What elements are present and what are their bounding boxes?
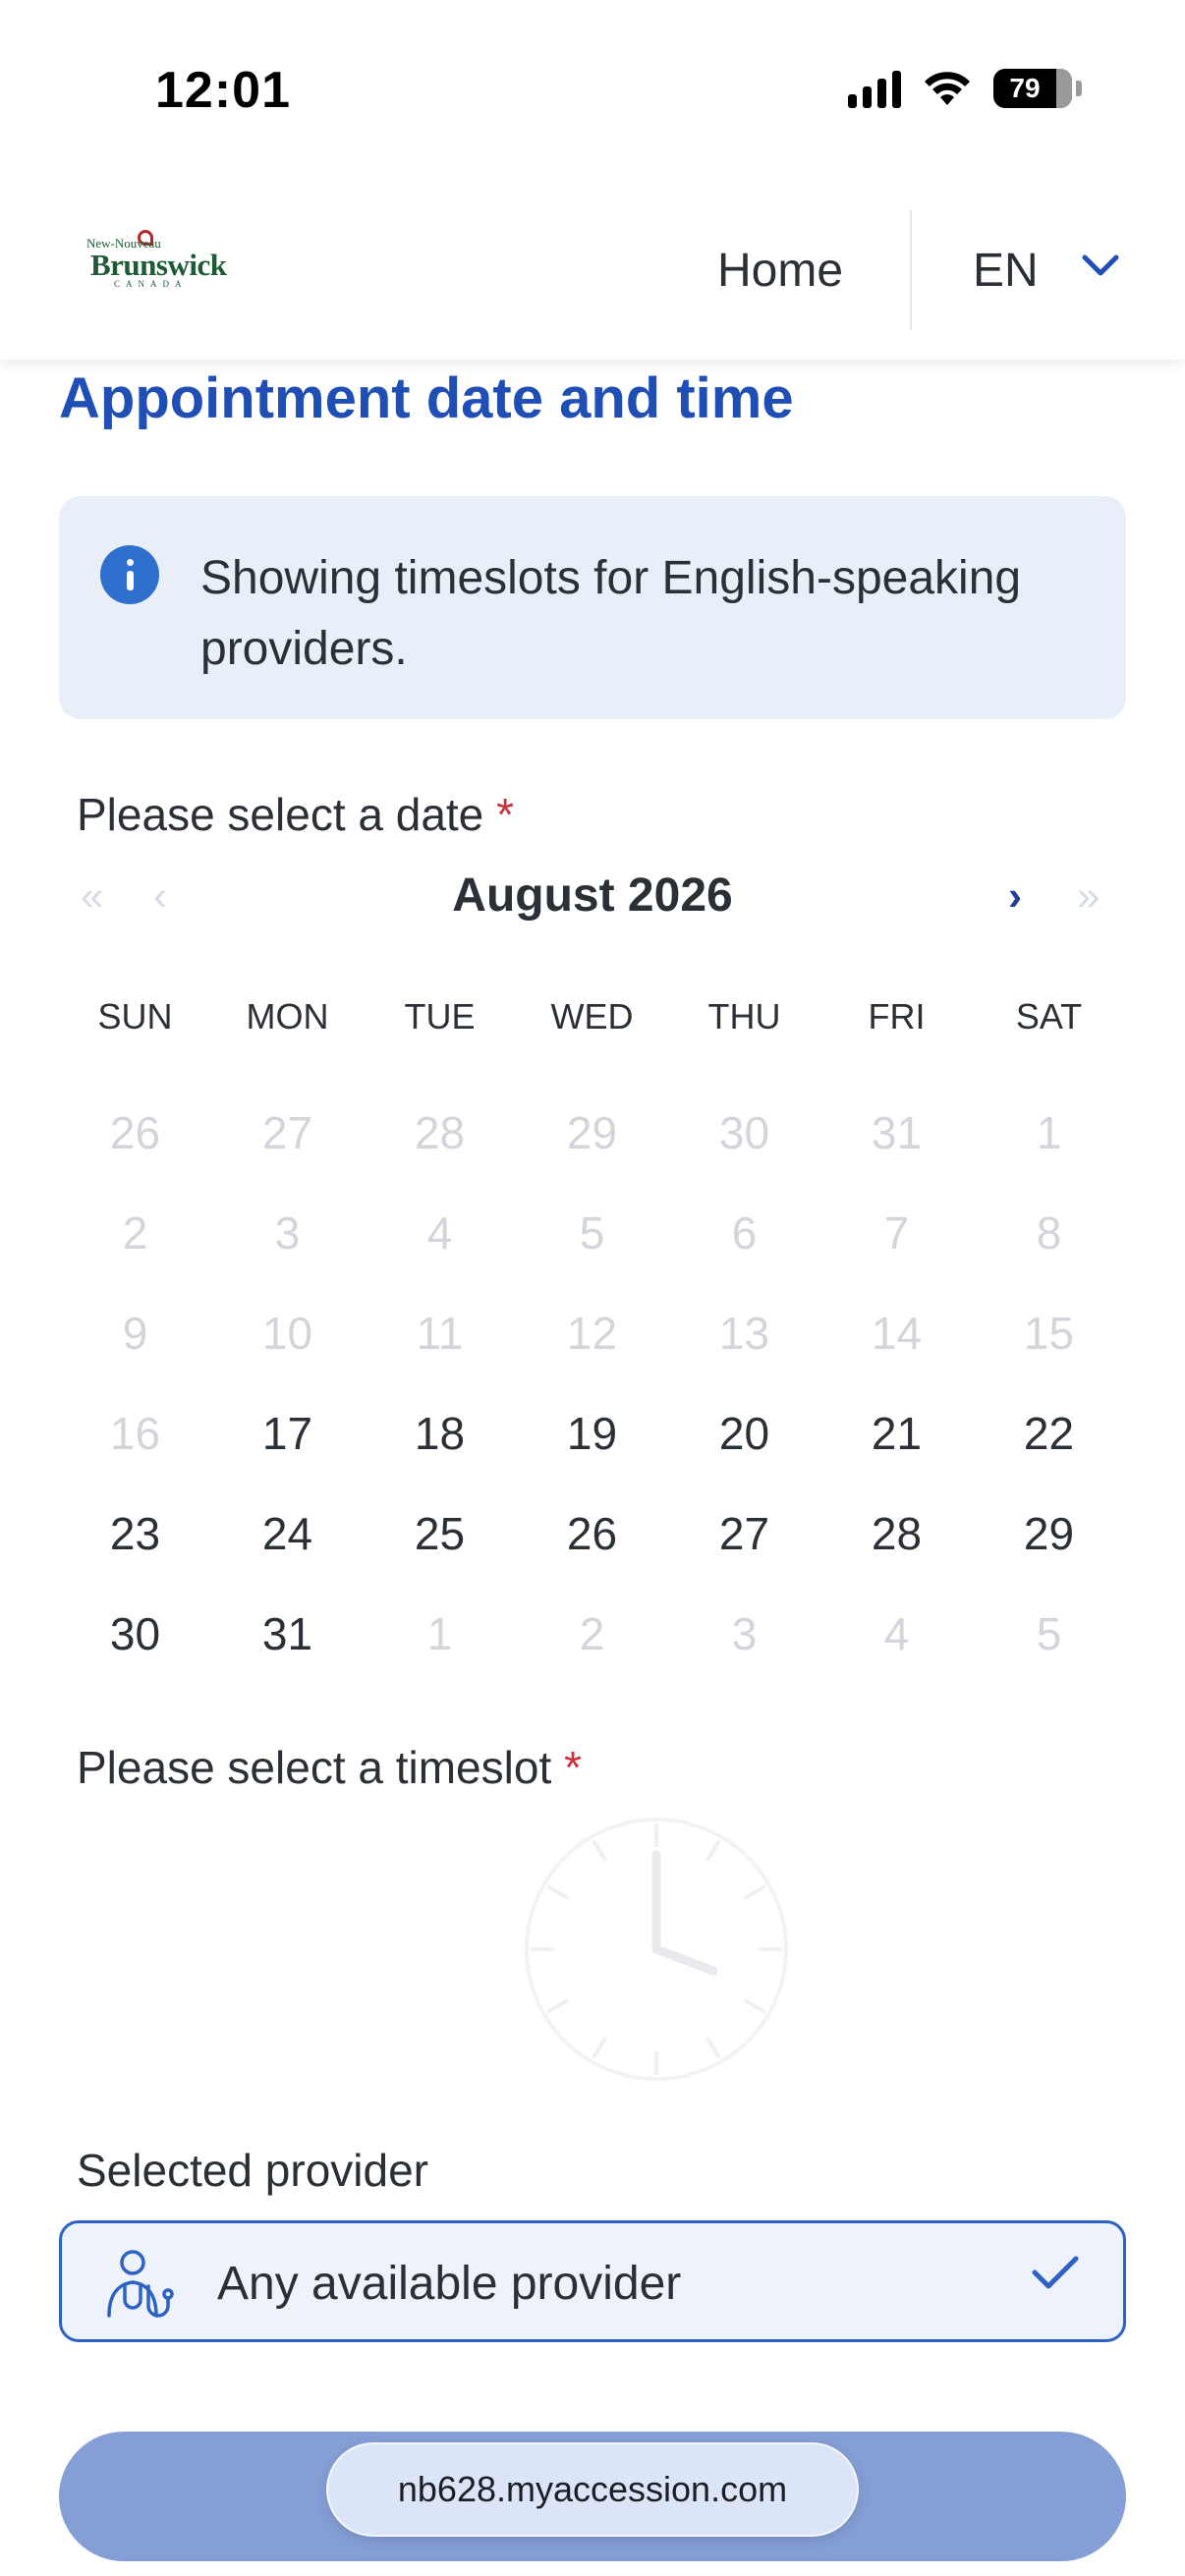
calendar-day[interactable]: 24 — [211, 1507, 364, 1560]
status-time: 12:01 — [155, 62, 291, 119]
info-banner: Showing timeslots for English-speaking p… — [59, 496, 1126, 719]
calendar-day-disabled: 7 — [883, 1207, 910, 1259]
clock-loading-icon — [525, 1818, 788, 2081]
status-bar: 12:01 79 — [0, 0, 1185, 187]
calendar-day-disabled: 4 — [426, 1207, 453, 1259]
calendar-day-disabled: 27 — [261, 1107, 313, 1158]
language-selector[interactable]: EN — [973, 244, 1039, 298]
calendar-day-disabled: 26 — [109, 1107, 161, 1158]
calendar-day[interactable]: 28 — [820, 1507, 973, 1560]
timeslot-label-text: Please select a timeslot — [77, 1742, 552, 1793]
next-year-button[interactable]: » — [1077, 872, 1100, 920]
calendar-day[interactable]: 21 — [820, 1407, 973, 1460]
calendar-day[interactable]: 22 — [973, 1407, 1125, 1460]
calendar-day-disabled: 1 — [426, 1608, 453, 1659]
required-mark: * — [564, 1742, 582, 1793]
date-label-text: Please select a date — [77, 789, 484, 840]
info-text: Showing timeslots for English-speaking p… — [200, 552, 1022, 675]
calendar-day-disabled: 29 — [566, 1107, 618, 1158]
calendar-week-row: 2 3 4 5 6 7 8 — [59, 1183, 1126, 1283]
calendar-day-disabled: 9 — [122, 1308, 148, 1359]
battery-level: 79 — [1009, 73, 1041, 103]
weekday-header-wed: WED — [550, 996, 634, 1036]
logo-country: CANADA — [114, 279, 188, 289]
calendar-day[interactable]: 25 — [364, 1507, 516, 1560]
calendar-day-disabled: 15 — [1023, 1308, 1075, 1359]
chevron-down-icon[interactable] — [1081, 252, 1120, 281]
calendar-day-disabled: 2 — [579, 1608, 605, 1659]
calendar-day-disabled: 16 — [109, 1408, 161, 1459]
calendar-day[interactable]: 26 — [516, 1507, 668, 1560]
checkmark-icon — [1032, 2256, 1079, 2289]
calendar-day-disabled: 8 — [1036, 1207, 1062, 1259]
home-link[interactable]: Home — [717, 244, 843, 298]
weekday-header-mon: MON — [246, 996, 329, 1036]
provider-option[interactable]: Any available provider — [59, 2220, 1126, 2342]
info-icon — [100, 545, 159, 604]
calendar-day-disabled: 13 — [718, 1308, 770, 1359]
calendar-day[interactable]: 19 — [516, 1407, 668, 1460]
calendar-day-disabled: 31 — [871, 1107, 923, 1158]
calendar-day-disabled: 6 — [731, 1207, 758, 1259]
calendar-day-disabled: 14 — [871, 1308, 923, 1359]
provider-field-label: Selected provider — [77, 2145, 428, 2196]
calendar-day[interactable]: 17 — [211, 1407, 364, 1460]
calendar-day-disabled: 11 — [416, 1308, 464, 1359]
calendar-day[interactable]: 29 — [973, 1507, 1125, 1560]
calendar-body: 26 27 28 29 30 31 1 2 3 4 5 6 7 8 9 10 11 12 13 14 15 16 17 18 1… — [59, 1083, 1126, 1684]
calendar-day[interactable]: 20 — [668, 1407, 820, 1460]
wifi-icon — [925, 72, 970, 105]
weekday-header-sat: SAT — [1015, 996, 1083, 1036]
calendar-day-disabled: 5 — [1036, 1608, 1062, 1659]
weekday-header-fri: FRI — [868, 996, 926, 1036]
logo-brand: Brunswick — [90, 248, 227, 282]
calendar-day[interactable]: 31 — [211, 1607, 364, 1660]
calendar-day-disabled: 28 — [414, 1107, 466, 1158]
calendar-week-row: 23 24 25 26 27 28 29 — [59, 1484, 1126, 1584]
calendar-week-row: 26 27 28 29 30 31 1 — [59, 1083, 1126, 1183]
new-brunswick-logo[interactable]: New-Nouveau Brunswick CANADA — [86, 230, 227, 295]
calendar-day-disabled: 12 — [566, 1308, 618, 1359]
battery-tip — [1076, 81, 1082, 96]
calendar-day-disabled: 30 — [718, 1107, 770, 1158]
weekday-header-sun: SUN — [97, 996, 173, 1036]
calendar-week-row: 9 10 11 12 13 14 15 — [59, 1283, 1126, 1383]
calendar-day-disabled: 10 — [261, 1308, 313, 1359]
calendar-day[interactable]: 23 — [59, 1507, 211, 1560]
page-title: Appointment date and time — [59, 366, 794, 430]
nav-divider — [910, 210, 912, 330]
doctor-stethoscope-icon — [107, 2250, 174, 2318]
calendar-day-disabled: 3 — [274, 1207, 301, 1259]
provider-name: Any available provider — [217, 2258, 682, 2310]
calendar-weekday-header: SUN MON TUE WED THU FRI SAT — [59, 982, 1126, 1051]
calendar-day-disabled: 1 — [1036, 1107, 1062, 1158]
calendar-day-disabled: 5 — [579, 1207, 605, 1259]
calendar-day-disabled: 2 — [122, 1207, 148, 1259]
next-month-button[interactable]: › — [1008, 872, 1022, 920]
timeslot-field-label: Please select a timeslot * — [77, 1741, 582, 1794]
calendar-week-row: 30 31 1 2 3 4 5 — [59, 1584, 1126, 1684]
calendar-day-disabled: 4 — [883, 1608, 910, 1659]
date-field-label: Please select a date * — [77, 788, 514, 841]
calendar-week-row: 16 17 18 19 20 21 22 — [59, 1383, 1126, 1484]
calendar-day[interactable]: 30 — [59, 1607, 211, 1660]
browser-url-bar[interactable]: nb628.myaccession.com — [326, 2442, 859, 2537]
calendar-grid: SUN MON TUE WED THU FRI SAT 26 27 28 29 30 31 1 2 3 4 5 6… — [59, 982, 1126, 1684]
battery-icon: 79 — [993, 69, 1072, 108]
cellular-signal-icon — [848, 69, 901, 108]
weekday-header-tue: TUE — [404, 996, 476, 1036]
status-icons: 79 — [848, 69, 1082, 108]
calendar-day-disabled: 3 — [731, 1608, 758, 1659]
weekday-header-thu: THU — [707, 996, 781, 1036]
required-mark: * — [496, 789, 514, 840]
calendar-day[interactable]: 27 — [668, 1507, 820, 1560]
site-header: New-Nouveau Brunswick CANADA Home EN — [0, 187, 1185, 360]
calendar-day[interactable]: 18 — [364, 1407, 516, 1460]
